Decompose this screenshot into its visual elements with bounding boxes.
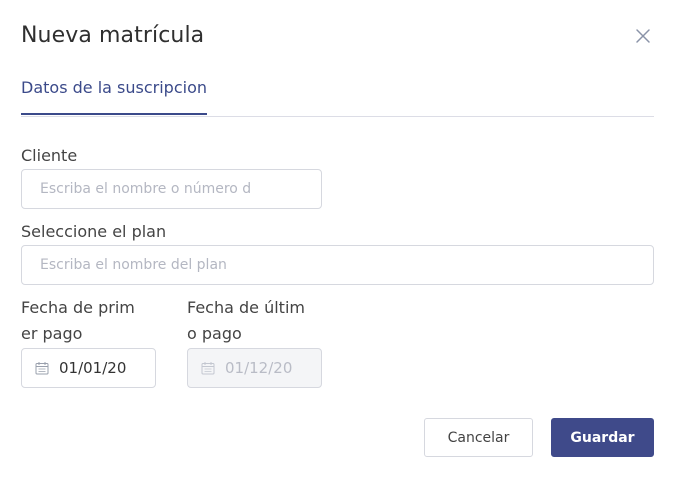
last-payment-label-line1: Fecha de últim — [187, 298, 305, 317]
first-payment-date-value: 01/01/20 — [59, 359, 127, 377]
tab-label: Datos de la suscripcion — [21, 78, 207, 97]
last-payment-label: Fecha de últim o pago — [187, 295, 305, 347]
last-payment-date-value: 01/12/20 — [225, 359, 293, 377]
tab-bar: Datos de la suscripcion — [21, 78, 654, 117]
last-payment-label-line2: o pago — [187, 324, 242, 343]
client-label: Cliente — [21, 146, 78, 165]
plan-label: Seleccione el plan — [21, 222, 167, 241]
calendar-icon — [201, 362, 215, 375]
save-button[interactable]: Guardar — [551, 418, 654, 457]
new-enrollment-modal: Nueva matrícula Datos de la suscripcion … — [0, 0, 675, 491]
active-tab-indicator — [21, 113, 207, 115]
tab-subscription-data[interactable]: Datos de la suscripcion — [21, 78, 207, 115]
calendar-icon — [35, 362, 49, 375]
first-payment-date-input[interactable]: 01/01/20 — [21, 348, 156, 388]
first-payment-label-line2: er pago — [21, 324, 83, 343]
last-payment-date-input: 01/12/20 — [187, 348, 322, 388]
first-payment-label-line1: Fecha de prim — [21, 298, 135, 317]
close-icon[interactable] — [634, 27, 652, 45]
first-payment-label: Fecha de prim er pago — [21, 295, 135, 347]
plan-search-input[interactable] — [21, 245, 654, 285]
client-search-input[interactable] — [21, 169, 322, 209]
modal-title: Nueva matrícula — [21, 23, 205, 48]
cancel-button[interactable]: Cancelar — [424, 418, 533, 457]
